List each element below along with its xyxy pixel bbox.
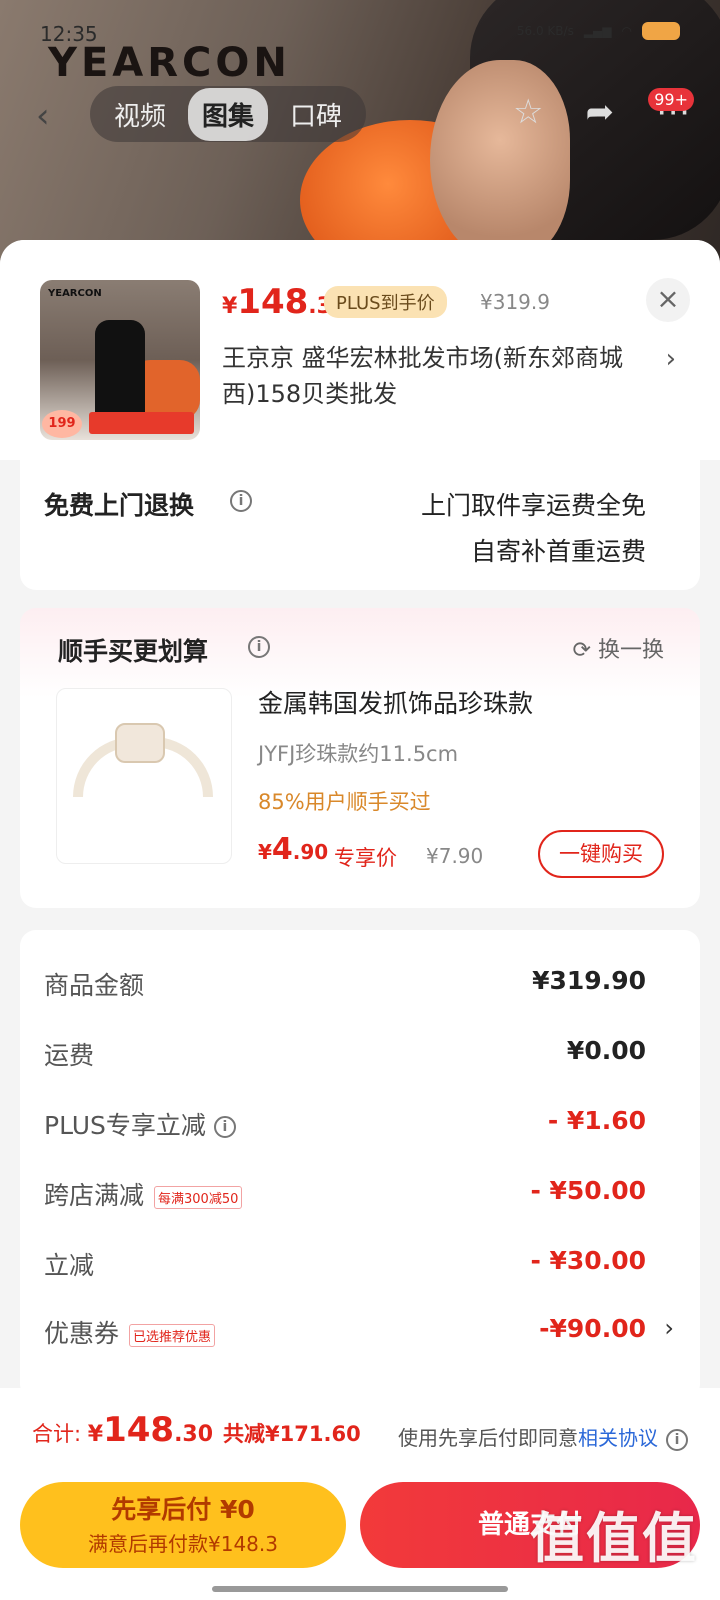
upsell-spec: JYFJ珍珠款约11.5cm [258, 742, 459, 766]
message-badge: 99+ [648, 88, 694, 111]
plus-price-tag: PLUS到手价 [324, 286, 447, 318]
summary-row: 跨店满减 每满300减50 - ¥50.00 [44, 1176, 646, 1210]
agreement-text: 使用先享后付即同意相关协议 i [398, 1422, 688, 1451]
share-icon[interactable]: ➦ [586, 92, 615, 132]
delivery-address[interactable]: 王京京 盛华宏林批发市场(新东郊商城西)158贝类批发 [222, 340, 642, 412]
coupon-row[interactable]: 优惠券 已选推荐优惠 -¥90.00 › [44, 1314, 674, 1354]
exclusive-price-label: 专享价 [334, 846, 397, 870]
info-icon[interactable]: i [213, 1116, 236, 1138]
more-icon[interactable]: ⋯ 99+ [648, 88, 694, 132]
return-line1: 上门取件享运费全免 [420, 491, 646, 520]
return-line2: 自寄补首重运费 [470, 537, 646, 566]
upsell-product-image[interactable] [56, 688, 232, 864]
return-title: 免费上门退换 [44, 491, 195, 520]
upsell-name[interactable]: 金属韩国发抓饰品珍珠款 [258, 684, 533, 720]
coupon-tag: 已选推荐优惠 [129, 1323, 216, 1347]
agreement-link[interactable]: 相关协议 [578, 1426, 658, 1450]
price-summary: 商品金额 ¥319.90 运费 ¥0.00 PLUS专享立减 i - ¥1.60… [20, 930, 700, 1400]
summary-row: PLUS专享立减 i - ¥1.60 [44, 1106, 646, 1140]
info-icon[interactable]: i [248, 636, 270, 658]
product-header: YEARCON 199 ¥148.3 PLUS到手价 ¥319.9 × 王京京 … [0, 240, 720, 460]
summary-row: 立减 - ¥30.00 [44, 1246, 646, 1280]
tab-reviews[interactable]: 口碑 [276, 88, 356, 141]
upsell-original-price: ¥7.90 [426, 844, 484, 868]
thumb-boot [95, 320, 145, 420]
one-click-buy-button[interactable]: 一键购买 [538, 830, 664, 878]
hair-claw-top [115, 723, 165, 763]
thumb-price: 199 [42, 410, 82, 438]
thumb-brand: YEARCON [48, 288, 102, 299]
promo-tag: 每满300减50 [154, 1185, 243, 1209]
media-tabs: 视频 图集 口碑 [90, 86, 367, 142]
tab-gallery[interactable]: 图集 [188, 87, 269, 141]
battery-icon [642, 22, 680, 40]
tab-video[interactable]: 视频 [100, 88, 180, 141]
chevron-right-icon[interactable]: › [666, 344, 676, 374]
close-button[interactable]: × [646, 278, 690, 322]
refresh-icon: ⟳ [572, 638, 598, 663]
original-price: ¥319.9 [480, 290, 550, 314]
free-return-card: 免费上门退换 i 上门取件享运费全免 自寄补首重运费 [20, 460, 700, 590]
info-icon[interactable]: i [666, 1428, 688, 1451]
home-indicator [212, 1586, 508, 1592]
summary-row: 运费 ¥0.00 [44, 1036, 646, 1070]
swap-button[interactable]: ⟳ 换一换 [573, 632, 664, 664]
status-bar: 12:35 56.0 KB/s ▂▄▆ ◠ [40, 22, 680, 52]
product-thumbnail[interactable]: YEARCON 199 [40, 280, 200, 440]
chevron-right-icon[interactable]: › [664, 1314, 674, 1342]
upsell-card: 顺手买更划算 i ⟳ 换一换 金属韩国发抓饰品珍珠款 JYFJ珍珠款约11.5c… [20, 608, 700, 908]
top-nav: ‹ 视频 图集 口碑 ☆ ➦ ⋯ 99+ [30, 86, 694, 142]
net-speed: 56.0 KB/s [516, 24, 574, 38]
watermark: 值值值 zhizhizhi.com [530, 1507, 698, 1591]
checkout-bar: 合计: ¥148.30 共减¥171.60 使用先享后付即同意相关协议 i 先享后付… [0, 1388, 720, 1600]
back-icon[interactable]: ‹ [36, 96, 50, 136]
upsell-title: 顺手买更划算 [58, 637, 209, 666]
total-saved: 共减¥171.60 [223, 1422, 361, 1446]
favorite-star-icon[interactable]: ☆ [513, 92, 543, 132]
wifi-icon: ◠ [621, 24, 632, 38]
upsell-price: ¥4.90 [258, 832, 329, 867]
pay-later-button[interactable]: 先享后付 ¥0 满意后再付款¥148.3 [20, 1482, 346, 1568]
order-total: 合计: ¥148.30 共减¥171.60 [32, 1410, 361, 1450]
thumb-promo-strip [89, 412, 194, 434]
info-icon[interactable]: i [230, 490, 252, 512]
product-price: ¥148.3 [222, 282, 332, 322]
status-time: 12:35 [40, 22, 98, 46]
upsell-popularity: 85%用户顺手买过 [258, 790, 431, 814]
signal-icon: ▂▄▆ [583, 24, 612, 38]
summary-row: 商品金额 ¥319.90 [44, 966, 646, 1000]
